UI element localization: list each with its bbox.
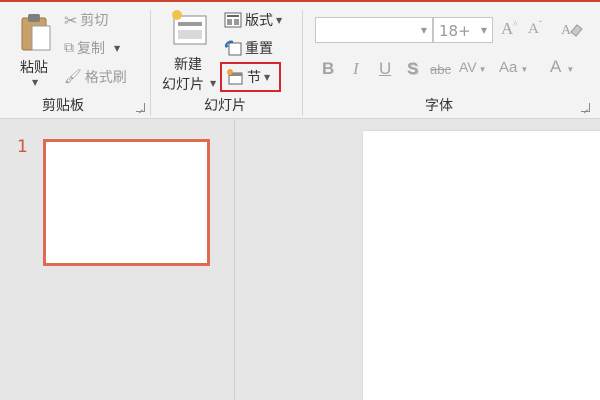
eraser-icon: A: [561, 23, 583, 38]
reset-label: 重置: [245, 41, 273, 57]
font-color-button[interactable]: A ▼: [550, 57, 574, 77]
ribbon: 粘贴 ▼ ✂ 剪切 ⧉ 复制 ▼ 🖌 格式刷 剪贴板 新建 幻灯片 ▼ 版式 ▼…: [0, 2, 600, 119]
shrink-font-button[interactable]: Aˇ: [528, 19, 542, 38]
character-spacing-button[interactable]: AV ▼: [459, 59, 487, 75]
format-painter-button[interactable]: 🖌 格式刷: [64, 67, 127, 87]
bold-label: B: [322, 59, 335, 78]
clear-formatting-button[interactable]: A: [561, 20, 583, 42]
group-separator: [150, 10, 151, 116]
font-name-combobox[interactable]: ▼: [315, 17, 433, 43]
font-name-dropdown-caret[interactable]: ▼: [421, 26, 427, 35]
grow-font-button[interactable]: A^: [501, 19, 518, 39]
underline-label: U: [379, 59, 392, 78]
pane-splitter[interactable]: [234, 119, 235, 400]
text-shadow-label: S: [407, 59, 419, 78]
clipboard-group-label: 剪贴板: [42, 98, 84, 114]
underline-button[interactable]: U: [379, 59, 391, 79]
reset-icon: [225, 40, 242, 56]
slide-number: 1: [17, 137, 28, 157]
change-case-button[interactable]: Aa ▼: [499, 59, 528, 76]
slide-canvas[interactable]: [363, 131, 600, 400]
layout-icon: [224, 12, 242, 28]
paste-dropdown-caret[interactable]: ▼: [32, 78, 38, 87]
slide-thumbnail[interactable]: [43, 139, 210, 266]
font-dialog-launcher[interactable]: [581, 103, 590, 112]
new-slide-icon: [172, 10, 207, 45]
brush-icon: 🖌: [64, 69, 82, 85]
paste-label: 粘贴: [20, 60, 48, 76]
copy-label: 复制: [77, 41, 105, 57]
strikethrough-label: abc: [430, 62, 451, 77]
text-shadow-button[interactable]: S: [407, 59, 418, 79]
font-group-label: 字体: [425, 98, 453, 114]
new-slide-dropdown-caret[interactable]: ▼: [210, 79, 216, 88]
section-button[interactable]: 节 ▼: [220, 62, 281, 92]
paste-button[interactable]: 粘贴 ▼: [14, 8, 58, 92]
section-label: 节: [247, 70, 261, 86]
bold-button[interactable]: B: [322, 59, 334, 79]
new-slide-label-line2: 幻灯片: [162, 77, 204, 93]
group-separator: [302, 10, 303, 116]
copy-icon: ⧉: [64, 40, 74, 56]
reset-button[interactable]: 重置: [224, 38, 273, 58]
character-spacing-label: AV: [459, 59, 477, 75]
svg-text:A: A: [561, 23, 572, 38]
layout-button[interactable]: 版式 ▼: [224, 10, 282, 30]
copy-dropdown-caret[interactable]: ▼: [114, 44, 120, 53]
font-size-dropdown-caret[interactable]: ▼: [481, 26, 487, 35]
font-size-combobox[interactable]: 18+ ▼: [433, 17, 493, 43]
copy-button[interactable]: ⧉ 复制 ▼: [64, 38, 120, 58]
paste-icon: [21, 14, 51, 51]
new-slide-label-line1: 新建: [174, 57, 202, 73]
font-color-label: A: [550, 57, 562, 76]
section-icon: [227, 69, 243, 85]
clipboard-dialog-launcher[interactable]: [136, 103, 145, 112]
grow-font-label: A: [501, 19, 514, 38]
italic-button[interactable]: I: [353, 59, 359, 79]
section-dropdown-caret[interactable]: ▼: [264, 73, 270, 82]
layout-label: 版式: [245, 13, 273, 29]
font-size-value: 18+: [439, 22, 471, 40]
cut-button[interactable]: ✂ 剪切: [64, 10, 108, 30]
italic-label: I: [353, 59, 359, 78]
change-case-label: Aa: [499, 59, 518, 76]
format-painter-label: 格式刷: [84, 70, 127, 86]
shrink-font-label: A: [528, 21, 539, 37]
scissors-icon: ✂: [64, 10, 78, 30]
new-slide-button[interactable]: 新建 幻灯片 ▼: [160, 6, 218, 93]
slides-group-label: 幻灯片: [204, 98, 246, 114]
strikethrough-button[interactable]: abc: [430, 62, 451, 77]
cut-label: 剪切: [80, 13, 109, 29]
layout-dropdown-caret[interactable]: ▼: [276, 16, 282, 25]
